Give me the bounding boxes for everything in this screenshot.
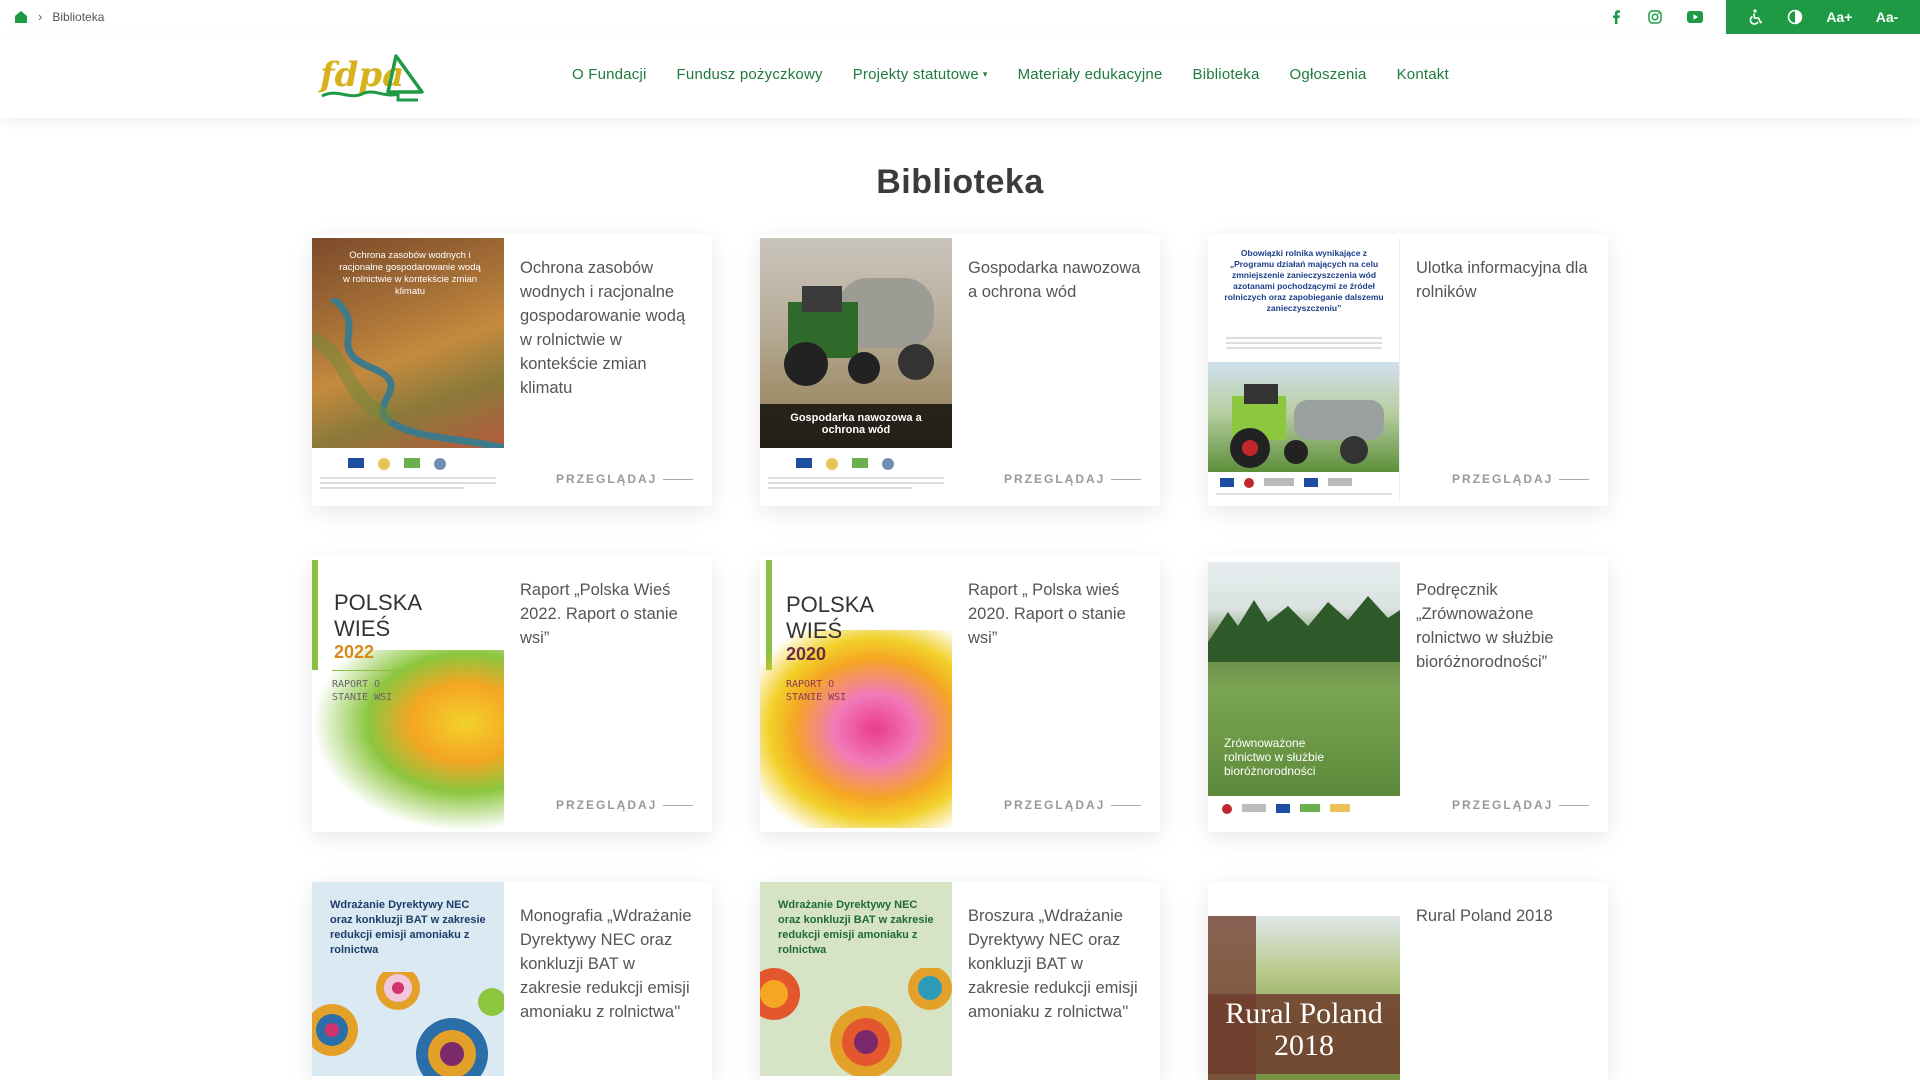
social-links-2 <box>1645 7 1665 27</box>
card-title[interactable]: Raport „Polska Wieś 2022. Raport o stani… <box>520 578 700 650</box>
cover-logo-strip <box>760 448 952 502</box>
cover-title: Obowiązki rolnika wynikające z „Programu… <box>1224 248 1384 313</box>
cover-subtitle: RAPORT O STANIE WSI <box>332 679 393 703</box>
top-bar: › Biblioteka Aa+ Aa- <box>0 0 1920 34</box>
card-title[interactable]: Rural Poland 2018 <box>1416 904 1596 928</box>
card-title[interactable]: Broszura „Wdrażanie Dyrektywy NEC oraz k… <box>968 904 1148 1024</box>
nav-materialy-edukacyjne[interactable]: Materiały edukacyjne <box>1018 66 1163 83</box>
youtube-icon[interactable] <box>1685 7 1705 27</box>
library-card[interactable]: Gospodarka nawozowa a ochrona wód Gospod… <box>760 234 1160 506</box>
breadcrumb: › Biblioteka <box>14 9 104 24</box>
nav-biblioteka[interactable]: Biblioteka <box>1193 66 1260 83</box>
nav-fundusz-pozyczkowy[interactable]: Fundusz pożyczkowy <box>677 66 823 83</box>
browse-link-label: PRZEGLĄDAJ <box>1452 472 1554 486</box>
library-card[interactable]: Obowiązki rolnika wynikające z „Programu… <box>1208 234 1608 506</box>
nav-o-fundacji[interactable]: O Fundacji <box>572 66 647 83</box>
card-title[interactable]: Raport „ Polska wieś 2020. Raport o stan… <box>968 578 1148 650</box>
cover-title-line2: WIEŚ <box>334 616 391 641</box>
nav-ogloszenia[interactable]: Ogłoszenia <box>1290 66 1367 83</box>
library-card[interactable]: Wdrażanie Dyrektywy NEC oraz konkluzji B… <box>312 882 712 1080</box>
cover-subtitle: RAPORT O STANIE WSI <box>786 679 847 703</box>
font-decrease-button[interactable]: Aa- <box>1876 9 1899 25</box>
cover-title: Zrównoważone rolnictwo w służbie bioróżn… <box>1224 736 1325 778</box>
facebook-icon[interactable] <box>1606 7 1626 27</box>
fdpa-logo[interactable]: fdpa <box>318 48 428 104</box>
cover-year: 2022 <box>334 642 375 662</box>
site-header: fdpa O Fundacji Fundusz pożyczkowy Proje… <box>0 34 1920 118</box>
library-card[interactable]: POLSKA WIEŚ 2022 RAPORT O STANIE WSI Rap… <box>312 556 712 832</box>
page-title: Biblioteka <box>876 163 1044 201</box>
library-card[interactable]: Ochrona zasobów wodnych i racjonalne gos… <box>312 234 712 506</box>
cover-title: Wdrażanie Dyrektywy NEC oraz konkluzji B… <box>330 899 486 956</box>
library-card[interactable]: Zrównoważone rolnictwo w służbie bioróżn… <box>1208 556 1608 832</box>
cover-title-line1: POLSKA <box>786 592 875 617</box>
instagram-icon[interactable] <box>1645 7 1665 27</box>
card-title[interactable]: Ochrona zasobów wodnych i racjonalne gos… <box>520 256 700 400</box>
wheelchair-icon[interactable] <box>1748 9 1764 25</box>
home-icon[interactable] <box>14 10 28 24</box>
cover-logo-strip <box>1208 796 1400 826</box>
cover-title-line2: WIEŚ <box>786 618 843 643</box>
book-cover-image[interactable]: Wdrażanie Dyrektywy NEC oraz konkluzji B… <box>760 882 952 1076</box>
social-links-3 <box>1685 7 1705 27</box>
cover-title: Ochrona zasobów wodnych i racjonalne gos… <box>339 250 481 297</box>
cover-title-line1: POLSKA <box>334 590 423 615</box>
cover-logo-strip <box>312 448 504 502</box>
library-card[interactable]: Wdrażanie Dyrektywy NEC oraz konkluzji B… <box>760 882 1160 1080</box>
cover-logo-strip <box>1208 472 1399 502</box>
contrast-icon[interactable] <box>1787 9 1803 25</box>
cover-year: 2020 <box>786 644 827 664</box>
cover-title: Wdrażanie Dyrektywy NEC oraz konkluzji B… <box>778 899 934 956</box>
card-title[interactable]: Podręcznik „Zrównoważone rolnictwo w słu… <box>1416 578 1596 674</box>
library-card[interactable]: Rural Poland 2018 Rural Poland 2018 <box>1208 882 1608 1080</box>
browse-link[interactable]: PRZEGLĄDAJ <box>1452 472 1590 486</box>
nav-projekty-statutowe-label: Projekty statutowe <box>852 66 979 83</box>
book-cover-image[interactable]: Rural Poland 2018 <box>1208 916 1400 1080</box>
browse-link[interactable]: PRZEGLĄDAJ <box>1452 798 1590 812</box>
cover-year: 2018 <box>1274 1029 1334 1062</box>
browse-link-label: PRZEGLĄDAJ <box>1452 798 1554 812</box>
book-cover-image[interactable]: POLSKA WIEŚ 2022 RAPORT O STANIE WSI <box>312 560 504 832</box>
card-title[interactable]: Monografia „Wdrażanie Dyrektywy NEC oraz… <box>520 904 700 1024</box>
library-card[interactable]: POLSKA WIEŚ 2020 RAPORT O STANIE WSI Rap… <box>760 556 1160 832</box>
book-cover-image[interactable]: POLSKA WIEŚ 2020 RAPORT O STANIE WSI <box>760 560 952 828</box>
nav-kontakt[interactable]: Kontakt <box>1397 66 1449 83</box>
book-cover-image[interactable]: Gospodarka nawozowa a ochrona wód <box>760 238 952 502</box>
browse-link-label: PRZEGLĄDAJ <box>556 798 658 812</box>
browse-link-label: PRZEGLĄDAJ <box>556 472 658 486</box>
nav-projekty-statutowe[interactable]: Projekty statutowe ▾ <box>853 66 988 83</box>
caret-down-icon: ▾ <box>982 69 988 79</box>
book-cover-image[interactable]: Zrównoważone rolnictwo w służbie bioróżn… <box>1208 562 1400 826</box>
browse-link-label: PRZEGLĄDAJ <box>1004 798 1106 812</box>
main-nav: O Fundacji Fundusz pożyczkowy Projekty s… <box>572 66 1479 83</box>
font-increase-button[interactable]: Aa+ <box>1826 9 1852 25</box>
book-cover-image[interactable]: Ochrona zasobów wodnych i racjonalne gos… <box>312 238 504 502</box>
cover-title: Rural Poland <box>1225 997 1383 1030</box>
browse-link[interactable]: PRZEGLĄDAJ <box>556 472 694 486</box>
browse-link-label: PRZEGLĄDAJ <box>1004 472 1106 486</box>
cover-title: Gospodarka nawozowa a ochrona wód <box>790 412 922 436</box>
accessibility-toolbar: Aa+ Aa- <box>1726 0 1920 34</box>
breadcrumb-current: Biblioteka <box>52 9 105 24</box>
card-title[interactable]: Ulotka informacyjna dla rolników <box>1416 256 1596 304</box>
chevron-right-icon: › <box>38 9 43 24</box>
social-links <box>1606 7 1626 27</box>
browse-link[interactable]: PRZEGLĄDAJ <box>1004 472 1142 486</box>
card-title[interactable]: Gospodarka nawozowa a ochrona wód <box>968 256 1148 304</box>
browse-link[interactable]: PRZEGLĄDAJ <box>1004 798 1142 812</box>
browse-link[interactable]: PRZEGLĄDAJ <box>556 798 694 812</box>
book-cover-image[interactable]: Obowiązki rolnika wynikające z „Programu… <box>1208 238 1400 502</box>
book-cover-image[interactable]: Wdrażanie Dyrektywy NEC oraz konkluzji B… <box>312 882 504 1076</box>
